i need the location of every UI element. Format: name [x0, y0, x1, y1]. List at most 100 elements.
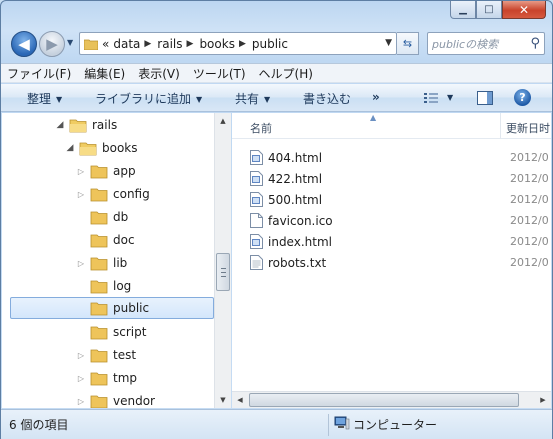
file-row[interactable]: favicon.ico — [250, 210, 333, 231]
file-row[interactable]: 422.html — [250, 168, 322, 189]
organize-button[interactable]: 整理 ▼ — [27, 90, 62, 107]
address-bar[interactable]: « data ▶ rails ▶ books ▶ public ▼ — [79, 32, 397, 55]
column-divider[interactable] — [500, 113, 501, 139]
burn-button[interactable]: 書き込む — [303, 90, 351, 107]
tree-item-vendor[interactable]: ▷ vendor — [75, 390, 155, 408]
tree-item-label: db — [113, 210, 129, 224]
caption-buttons: ▁ □ ✕ — [450, 1, 546, 19]
breadcrumb-data[interactable]: data — [113, 37, 140, 51]
file-date: 2012/0 — [510, 172, 549, 185]
expand-arrow-icon[interactable]: ◢ — [54, 120, 66, 130]
scroll-down-icon[interactable]: ▼ — [215, 392, 231, 408]
more-commands-button[interactable]: » — [372, 90, 380, 104]
menu-tools[interactable]: ツール(T) — [193, 65, 246, 82]
tree-item-db[interactable]: db — [75, 206, 128, 228]
tree-item-label: rails — [92, 118, 118, 132]
chevron-down-icon: ▼ — [264, 95, 271, 104]
breadcrumb-rails[interactable]: rails — [157, 37, 182, 51]
recent-pages-dropdown[interactable]: ▼ — [67, 38, 73, 47]
file-row[interactable]: index.html — [250, 231, 332, 252]
file-row[interactable]: robots.txt — [250, 252, 326, 273]
menu-file[interactable]: ファイル(F) — [7, 65, 71, 82]
breadcrumb-books[interactable]: books — [199, 37, 235, 51]
maximize-button[interactable]: □ — [476, 1, 502, 19]
share-button[interactable]: 共有 ▼ — [235, 90, 270, 107]
chevron-right-icon[interactable]: ▶ — [239, 39, 246, 49]
file-date: 2012/0 — [510, 256, 549, 269]
tree-item-log[interactable]: log — [75, 275, 131, 297]
folder-icon — [90, 302, 108, 315]
tree-item-tmp[interactable]: ▷ tmp — [75, 367, 137, 389]
search-placeholder: publicの検索 — [432, 37, 499, 51]
folder-icon — [90, 234, 108, 247]
collapse-arrow-icon[interactable]: ▷ — [75, 259, 87, 268]
collapse-arrow-icon[interactable]: ▷ — [75, 351, 87, 360]
file-list-pane[interactable]: 名前 ▲ 更新日时 404.html 2012/0 422.html 2012/… — [232, 113, 551, 408]
folder-icon — [84, 39, 98, 50]
add-to-library-button[interactable]: ライブラリに追加 ▼ — [95, 90, 202, 107]
status-bar: 6 個の項目 コンピューター — [1, 409, 552, 439]
menu-help[interactable]: ヘルプ(H) — [259, 65, 313, 82]
address-dropdown-icon[interactable]: ▼ — [385, 38, 392, 48]
scroll-right-icon[interactable]: ▶ — [535, 392, 551, 408]
menu-view[interactable]: 表示(V) — [138, 65, 180, 82]
scrollbar-thumb[interactable] — [216, 253, 230, 291]
share-label: 共有 — [235, 92, 260, 106]
chevron-right-icon[interactable]: ▶ — [187, 39, 194, 49]
tree-item-test[interactable]: ▷ test — [75, 344, 136, 366]
tree-item-public[interactable]: public — [10, 297, 214, 319]
collapse-arrow-icon[interactable]: ▷ — [75, 167, 87, 176]
chevron-down-icon: ▼ — [196, 95, 203, 104]
address-overflow[interactable]: « — [102, 37, 109, 51]
file-row[interactable]: 404.html — [250, 147, 322, 168]
scrollbar-thumb[interactable] — [249, 393, 519, 407]
view-options-icon[interactable] — [424, 92, 438, 104]
organize-label: 整理 — [27, 92, 52, 106]
folder-icon — [90, 188, 108, 201]
navigation-scrollbar[interactable]: ▲ ▼ — [214, 113, 231, 408]
scroll-left-icon[interactable]: ◀ — [232, 392, 248, 408]
search-icon[interactable]: ⚲ — [530, 36, 540, 51]
collapse-arrow-icon[interactable]: ▷ — [75, 190, 87, 199]
tree-item-label: public — [113, 301, 150, 315]
file-name: 422.html — [268, 171, 323, 186]
search-input[interactable]: publicの検索 ⚲ — [427, 32, 545, 55]
item-count: 6 個の項目 — [9, 418, 69, 432]
menu-edit[interactable]: 編集(E) — [84, 65, 125, 82]
command-bar: 整理 ▼ ライブラリに追加 ▼ 共有 ▼ 書き込む » ▼ ? — [1, 84, 552, 112]
folder-open-icon — [79, 142, 97, 155]
tree-item-label: books — [102, 141, 138, 155]
refresh-button[interactable]: ⇆ — [397, 32, 419, 55]
forward-button[interactable]: ▶ — [39, 31, 65, 57]
column-header-name[interactable]: 名前 — [250, 120, 272, 136]
tree-item-app[interactable]: ▷ app — [75, 160, 136, 182]
view-dropdown-icon[interactable]: ▼ — [447, 93, 453, 102]
tree-item-lib[interactable]: ▷ lib — [75, 252, 127, 274]
tree-item-rails[interactable]: ◢ rails — [54, 114, 118, 136]
folder-icon — [90, 165, 108, 178]
navigation-pane[interactable]: ◢ rails ◢ books ▷ app ▷ config db doc ▷ … — [2, 113, 215, 408]
expand-arrow-icon[interactable]: ◢ — [64, 143, 76, 153]
breadcrumb-public[interactable]: public — [252, 37, 288, 51]
minimize-button[interactable]: ▁ — [450, 1, 476, 19]
back-button[interactable]: ◀ — [11, 31, 37, 57]
column-header-date[interactable]: 更新日时 — [506, 120, 550, 136]
tree-item-books[interactable]: ◢ books — [64, 137, 138, 159]
collapse-arrow-icon[interactable]: ▷ — [75, 374, 87, 383]
scroll-up-icon[interactable]: ▲ — [215, 113, 231, 129]
computer-icon — [334, 416, 350, 430]
tree-item-script[interactable]: script — [75, 321, 146, 343]
collapse-arrow-icon[interactable]: ▷ — [75, 397, 87, 406]
preview-pane-icon[interactable] — [477, 91, 493, 105]
html-file-icon — [250, 234, 263, 249]
file-row[interactable]: 500.html — [250, 189, 322, 210]
close-button[interactable]: ✕ — [502, 1, 546, 19]
folder-icon — [90, 211, 108, 224]
file-date: 2012/0 — [510, 214, 549, 227]
tree-item-doc[interactable]: doc — [75, 229, 135, 251]
column-header-row: 名前 ▲ 更新日时 — [232, 113, 551, 139]
help-icon[interactable]: ? — [514, 89, 531, 106]
tree-item-config[interactable]: ▷ config — [75, 183, 150, 205]
chevron-right-icon[interactable]: ▶ — [144, 39, 151, 49]
file-list-scrollbar[interactable]: ◀ ▶ — [232, 391, 551, 408]
